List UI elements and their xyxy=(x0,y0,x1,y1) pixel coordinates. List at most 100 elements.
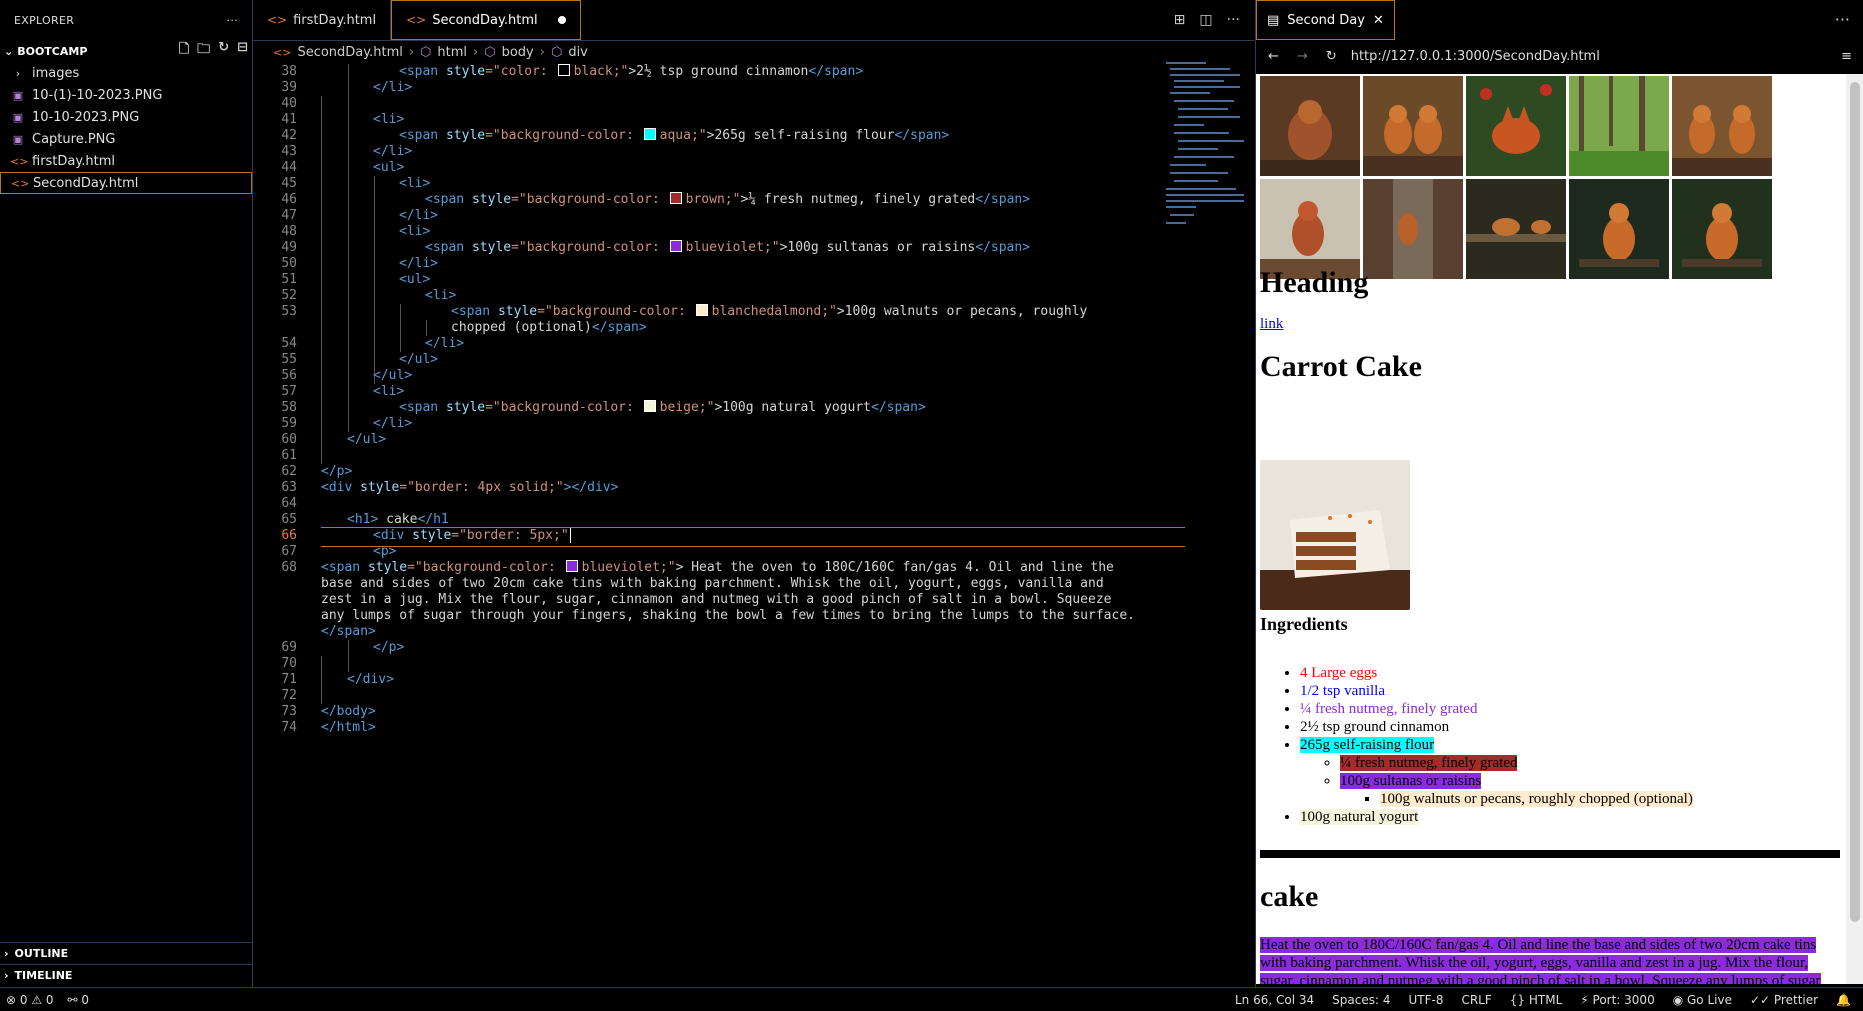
breadcrumb: <> SecondDay.html › ⬡ html › ⬡ body › ⬡ … xyxy=(253,41,1254,63)
refresh-icon[interactable]: ↻ xyxy=(218,40,229,62)
line-number: 63 xyxy=(281,480,297,495)
line-number: 68 xyxy=(281,560,297,575)
go-live-label: Go Live xyxy=(1687,992,1732,1007)
code-line: <ul> xyxy=(399,272,431,287)
tab-secondday[interactable]: <> SecondDay.html xyxy=(391,0,581,40)
squirrel-meditating-image xyxy=(1672,179,1772,279)
menu-icon[interactable]: ≡ xyxy=(1841,49,1852,64)
forward-icon[interactable]: → xyxy=(1297,49,1308,64)
tab-label: SecondDay.html xyxy=(432,12,538,28)
editor-tabs: <> firstDay.html <> SecondDay.html ⊞ ◫ ·… xyxy=(253,0,1254,41)
ingredient-text: 100g walnuts or pecans, roughly chopped … xyxy=(1380,791,1693,807)
tree-item-png[interactable]: ▣ 10-10-2023.PNG xyxy=(0,106,252,128)
encoding[interactable]: UTF-8 xyxy=(1408,993,1443,1007)
code-line: </div> xyxy=(347,672,394,687)
line-ending[interactable]: CRLF xyxy=(1461,993,1491,1007)
code-line: <span style="background-color: brown;">¼… xyxy=(425,192,1031,207)
ports-indicator[interactable]: ⚯ 0 xyxy=(68,993,90,1007)
list-item: 100g sultanas or raisins 100g walnuts or… xyxy=(1340,772,1693,808)
problems-indicator[interactable]: ⊗ 0 ⚠ 0 xyxy=(6,993,54,1007)
list-item: 100g natural yogurt xyxy=(1300,808,1693,826)
ingredient-text: 100g sultanas or raisins xyxy=(1340,773,1482,789)
line-number: 51 xyxy=(281,272,297,287)
code-line: </span> xyxy=(321,624,376,639)
tree-item-html-selected[interactable]: <> SecondDay.html xyxy=(0,172,252,194)
more-actions-icon[interactable]: ··· xyxy=(1821,0,1863,40)
tree-item-images[interactable]: › images xyxy=(0,62,252,84)
code-line: </ul> xyxy=(399,352,439,367)
port-indicator[interactable]: ⚡ Port: 3000 xyxy=(1580,993,1654,1007)
code-line-current[interactable]: <div style="border: 5px;" xyxy=(321,528,571,543)
explorer-more-icon[interactable]: ··· xyxy=(227,14,238,27)
breadcrumb-item[interactable]: div xyxy=(568,45,588,60)
breadcrumb-item[interactable]: SecondDay.html xyxy=(297,45,402,60)
port-label: Port: 3000 xyxy=(1592,992,1655,1007)
explorer-panel: EXPLORER ··· ⌄ BOOTCAMP 🗋 🗀 ↻ ⊟ › images… xyxy=(0,0,253,987)
page-scrollbar[interactable] xyxy=(1846,74,1863,984)
new-folder-icon[interactable]: 🗀 xyxy=(197,40,210,62)
indentation[interactable]: Spaces: 4 xyxy=(1332,993,1390,1007)
code-line: <li> xyxy=(425,288,457,303)
recipe-title: Carrot Cake xyxy=(1260,350,1422,383)
folder-header[interactable]: ⌄ BOOTCAMP 🗋 🗀 ↻ ⊟ xyxy=(0,40,252,62)
tree-item-png[interactable]: ▣ Capture.PNG xyxy=(0,128,252,150)
code-line: </p> xyxy=(321,464,353,479)
collapse-all-icon[interactable]: ⊟ xyxy=(237,40,248,62)
html-file-icon: <> xyxy=(267,13,288,27)
browser-tab-bar: ▤ Second Day ✕ ··· xyxy=(1256,0,1863,40)
minimap[interactable] xyxy=(1166,62,1246,232)
breadcrumb-item[interactable]: html xyxy=(437,45,467,60)
language-mode[interactable]: {} HTML xyxy=(1510,993,1563,1007)
tree-item-label: SecondDay.html xyxy=(33,175,139,191)
scrollbar-thumb[interactable] xyxy=(1850,82,1860,922)
url-input[interactable]: http://127.0.0.1:3000/SecondDay.html xyxy=(1351,49,1600,64)
code-line: <span style="background-color: blueviole… xyxy=(321,560,1114,575)
more-actions-icon[interactable]: ··· xyxy=(1227,12,1240,28)
tab-label: firstDay.html xyxy=(293,12,377,28)
element-icon: ⬡ xyxy=(550,44,563,60)
timeline-section[interactable]: › TIMELINE xyxy=(0,964,252,986)
close-icon[interactable]: ✕ xyxy=(1373,13,1384,28)
page-viewport: Heading link Carrot Cake Ingredients 4 L… xyxy=(1256,74,1846,984)
outline-section[interactable]: › OUTLINE xyxy=(0,942,252,964)
tree-item-html[interactable]: <> firstDay.html xyxy=(0,150,252,172)
unsaved-dot-icon[interactable] xyxy=(557,16,566,24)
chevron-right-icon: › xyxy=(473,44,479,60)
prettier-button[interactable]: ✓✓ Prettier xyxy=(1750,993,1818,1007)
open-preview-icon[interactable]: ⊞ xyxy=(1174,12,1186,28)
editor-area: <> firstDay.html <> SecondDay.html ⊞ ◫ ·… xyxy=(253,0,1254,987)
breadcrumb-item[interactable]: body xyxy=(502,45,534,60)
ingredient-text: 2½ tsp ground cinnamon xyxy=(1300,719,1450,735)
back-icon[interactable]: ← xyxy=(1268,49,1279,64)
cursor-position[interactable]: Ln 66, Col 34 xyxy=(1235,993,1314,1007)
tree-item-label: 10-10-2023.PNG xyxy=(32,109,140,125)
image-gallery xyxy=(1260,76,1772,279)
html-file-icon: <> xyxy=(10,154,29,168)
reload-icon[interactable]: ↻ xyxy=(1326,49,1337,64)
tab-firstday[interactable]: <> firstDay.html xyxy=(253,0,392,40)
browser-tab-label: Second Day xyxy=(1287,12,1365,28)
line-number: 48 xyxy=(281,224,297,239)
code-line: </li> xyxy=(399,256,439,271)
list-item: ¼ fresh nutmeg, finely grated xyxy=(1340,754,1693,772)
split-editor-icon[interactable]: ◫ xyxy=(1199,12,1212,28)
tree-item-png[interactable]: ▣ 10-(1)-10-2023.PNG xyxy=(0,84,252,106)
ingredient-text: ¼ fresh nutmeg, finely grated xyxy=(1340,755,1518,771)
image-file-icon: ▣ xyxy=(12,88,24,102)
chevron-right-icon: › xyxy=(539,44,545,60)
new-file-icon[interactable]: 🗋 xyxy=(179,40,189,62)
line-number: 57 xyxy=(281,384,297,399)
page-link[interactable]: link xyxy=(1260,316,1283,333)
go-live-button[interactable]: ◉ Go Live xyxy=(1673,993,1732,1007)
list-item: 2½ tsp ground cinnamon xyxy=(1300,718,1693,736)
bordered-div xyxy=(1260,850,1840,858)
bell-icon[interactable]: 🔔 xyxy=(1836,993,1851,1007)
browser-tab[interactable]: ▤ Second Day ✕ xyxy=(1256,0,1395,40)
fox-image xyxy=(1466,76,1566,176)
ingredients-heading: Ingredients xyxy=(1260,614,1348,634)
url-bar: ← → ↻ http://127.0.0.1:3000/SecondDay.ht… xyxy=(1256,40,1863,72)
image-file-icon: ▣ xyxy=(12,132,24,146)
code-editor[interactable]: 38 39 40 41 42 43 44 45 46 47 48 49 50 5… xyxy=(253,64,1254,984)
error-count: 0 xyxy=(19,992,28,1007)
code-line: any lumps of sugar through your fingers,… xyxy=(321,608,1135,623)
